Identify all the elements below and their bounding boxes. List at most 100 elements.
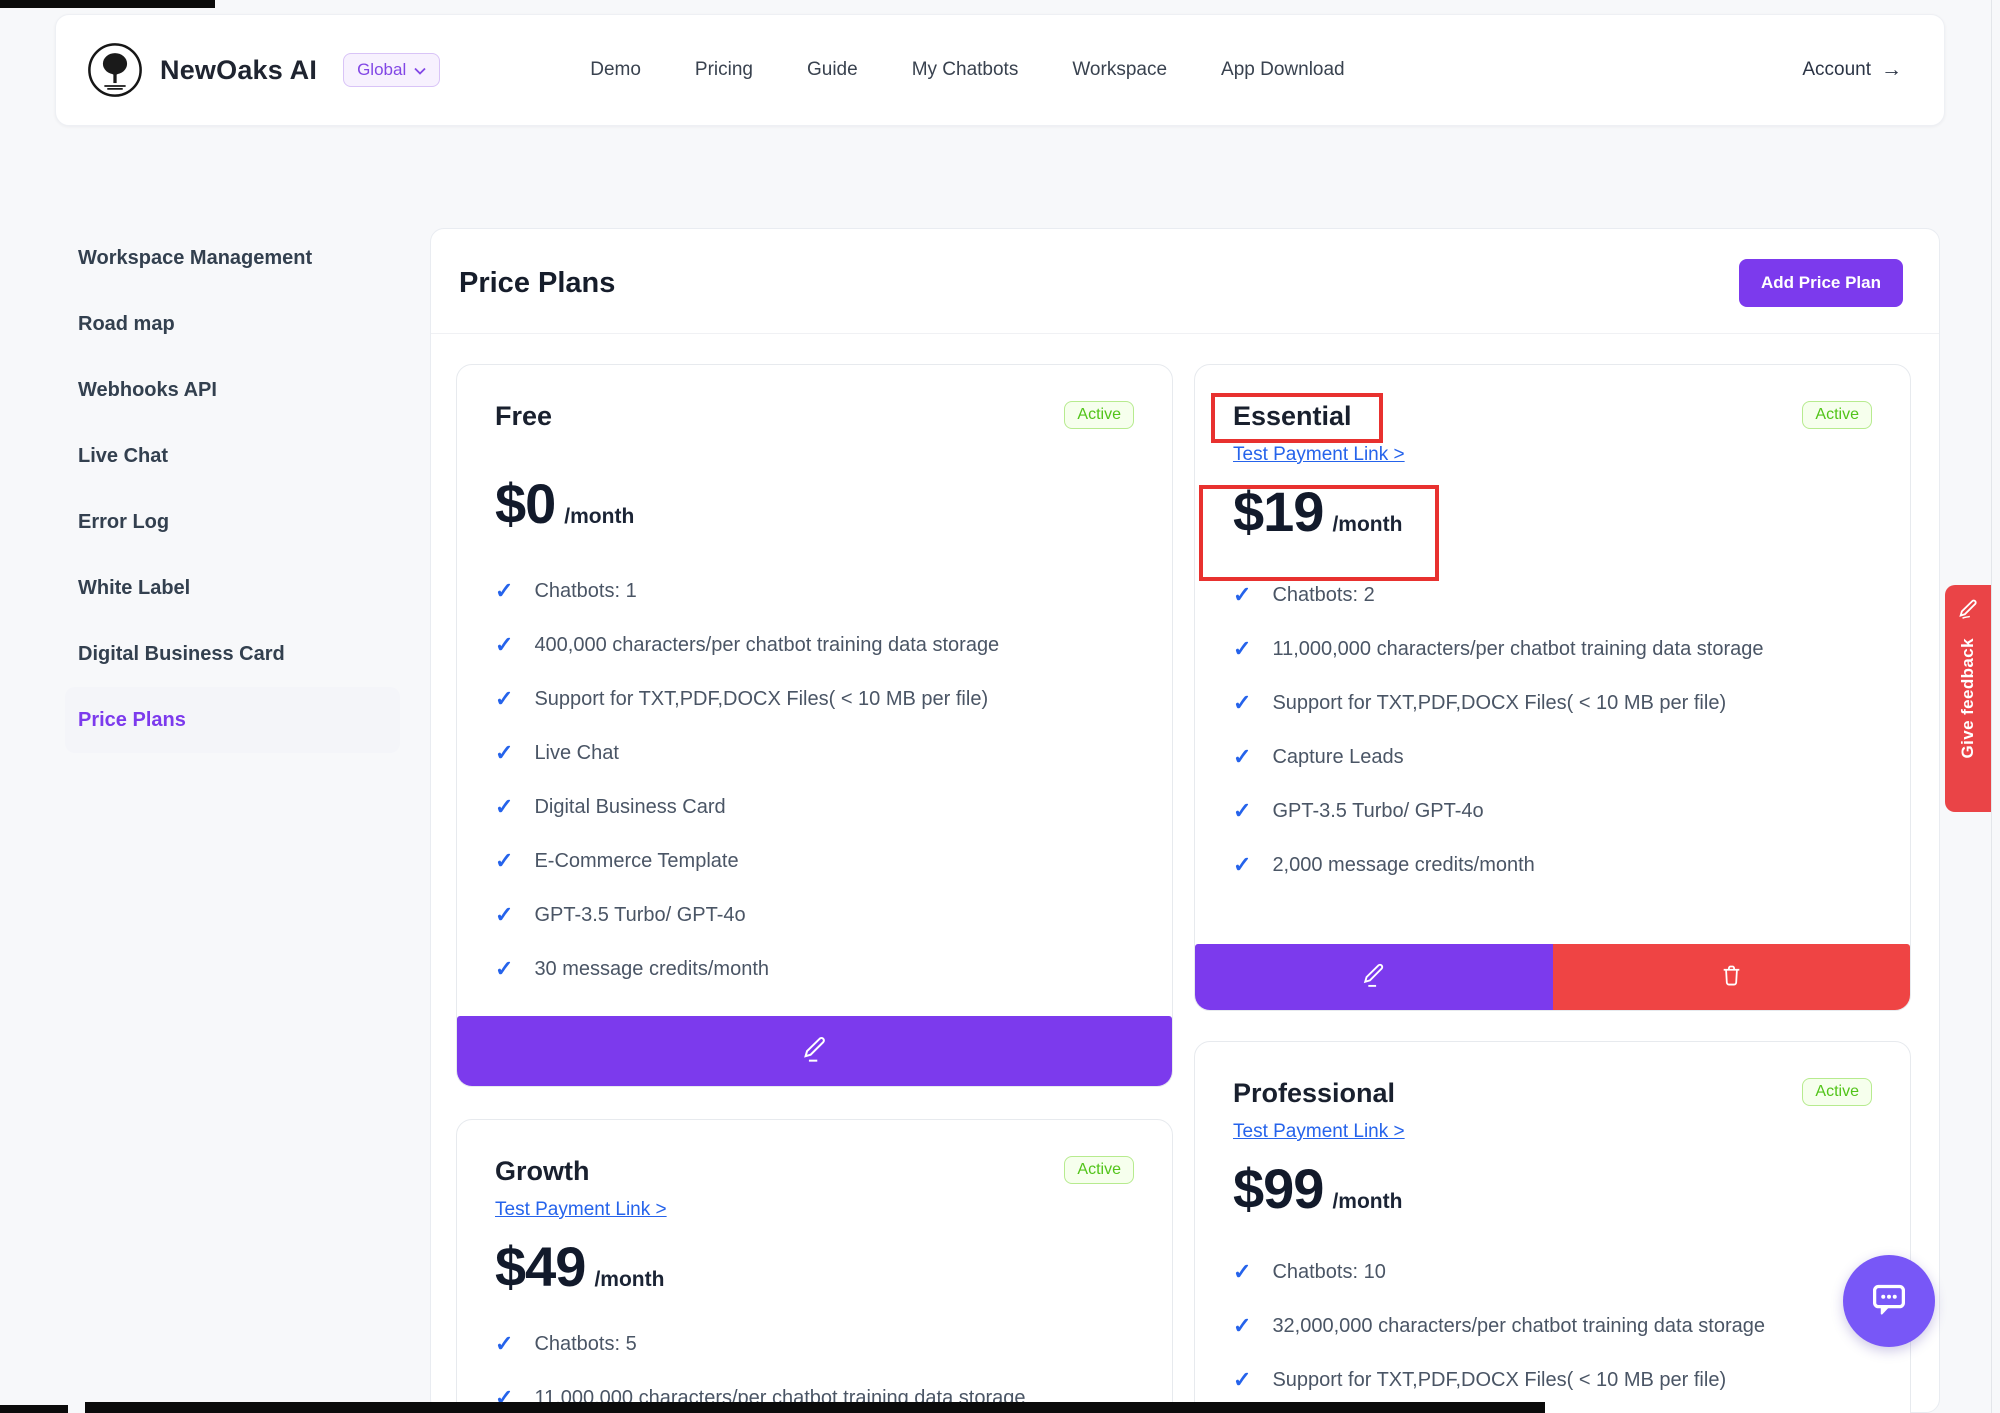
feature-text: 2,000 message credits/month — [1272, 854, 1534, 877]
brand-logo[interactable] — [86, 41, 144, 99]
feature-item: ✓ E-Commerce Template — [495, 834, 1134, 888]
chat-widget-button[interactable] — [1843, 1255, 1935, 1347]
sidebar: Workspace Management Road map Webhooks A… — [65, 225, 400, 753]
check-icon: ✓ — [495, 740, 513, 766]
edit-plan-button[interactable] — [1195, 944, 1553, 1010]
feature-text: Chatbots: 10 — [1272, 1261, 1385, 1284]
feature-item: ✓2,000 message credits/month — [1233, 838, 1872, 892]
status-badge: Active — [1802, 401, 1872, 429]
feature-text: E-Commerce Template — [534, 850, 738, 873]
sidebar-item-white-label[interactable]: White Label — [65, 555, 400, 621]
check-icon: ✓ — [1233, 636, 1251, 662]
test-payment-link[interactable]: Test Payment Link > — [1233, 1121, 1405, 1143]
feature-item: ✓Digital Business Card — [495, 780, 1134, 834]
plan-period: /month — [594, 1268, 664, 1292]
feature-text: Support for TXT,PDF,DOCX Files( < 10 MB … — [534, 688, 988, 711]
card-header: Free Active — [495, 401, 1134, 432]
sidebar-item-workspace-management[interactable]: Workspace Management — [65, 225, 400, 291]
delete-plan-button[interactable] — [1553, 944, 1911, 1010]
plan-card-essential: Essential Active Test Payment Link > $19… — [1194, 364, 1911, 1011]
card-header: Growth Active — [495, 1156, 1134, 1187]
sidebar-item-digital-business-card[interactable]: Digital Business Card — [65, 621, 400, 687]
feature-list: ✓ Chatbots: 10 ✓ 32,000,000 characters/per… — [1233, 1245, 1872, 1407]
arrow-right-icon: → — [1881, 58, 1902, 82]
main-nav: Demo Pricing Guide My Chatbots Workspace… — [590, 59, 1344, 81]
feature-item: ✓400,000 characters/per chatbot training… — [495, 618, 1134, 672]
feedback-label: Give feedback — [1958, 638, 1978, 758]
pencil-icon — [1957, 598, 1979, 627]
price-row: $99 /month — [1233, 1161, 1872, 1217]
account-link[interactable]: Account → — [1802, 58, 1902, 82]
feature-item: ✓ Support for TXT,PDF,DOCX Files( < 10 MB… — [1233, 676, 1872, 730]
plan-name: Essential — [1233, 401, 1352, 432]
plan-period: /month — [1332, 1190, 1402, 1214]
feature-item: ✓Chatbots: 2 — [1233, 568, 1872, 622]
plan-name: Free — [495, 401, 552, 432]
card-header: Essential Active — [1233, 401, 1872, 432]
plan-price: $49 — [495, 1239, 585, 1295]
feature-item: ✓ Chatbots: 5 — [495, 1317, 1134, 1371]
page-edge-line — [1991, 0, 1992, 1413]
plan-price: $0 — [495, 476, 555, 532]
screenshot-border-top — [0, 0, 215, 8]
feature-text: GPT-3.5 Turbo/ GPT-4o — [1272, 800, 1483, 823]
sidebar-item-webhooks-api[interactable]: Webhooks API — [65, 357, 400, 423]
feature-text: Capture Leads — [1272, 746, 1403, 769]
feature-text: 32,000,000 characters/per chatbot traini… — [1272, 1315, 1765, 1338]
plan-price: $19 — [1233, 484, 1323, 540]
account-label: Account — [1802, 59, 1871, 81]
add-price-plan-button[interactable]: Add Price Plan — [1739, 259, 1903, 307]
status-badge: Active — [1802, 1078, 1872, 1106]
give-feedback-tab[interactable]: Give feedback — [1945, 585, 1991, 812]
brand-name: NewOaks AI — [160, 55, 317, 86]
check-icon: ✓ — [495, 848, 513, 874]
top-navbar: NewOaks AI Global Demo Pricing Guide My … — [55, 14, 1945, 126]
feature-text: Chatbots: 5 — [534, 1333, 636, 1356]
nav-item-my-chatbots[interactable]: My Chatbots — [912, 59, 1019, 81]
sidebar-item-error-log[interactable]: Error Log — [65, 489, 400, 555]
card-header: Professional Active — [1233, 1078, 1872, 1109]
price-row: $19 /month — [1233, 484, 1872, 540]
region-label: Global — [357, 60, 406, 80]
check-icon: ✓ — [1233, 1313, 1251, 1339]
feature-item: ✓ 32,000,000 characters/per chatbot train… — [1233, 1299, 1872, 1353]
nav-item-app-download[interactable]: App Download — [1221, 59, 1345, 81]
pencil-icon — [1361, 962, 1386, 992]
chat-bubble-icon — [1866, 1276, 1912, 1327]
region-selector[interactable]: Global — [343, 53, 440, 87]
page: NewOaks AI Global Demo Pricing Guide My … — [0, 0, 2000, 1413]
feature-text: 30 message credits/month — [534, 958, 769, 981]
feature-item: ✓Support for TXT,PDF,DOCX Files( < 10 MB… — [495, 672, 1134, 726]
feature-list: ✓Chatbots: 5 ✓11,000,000 characters/per … — [495, 1317, 1134, 1413]
card-action-buttons — [1195, 944, 1910, 1010]
feature-text: GPT-3.5 Turbo/ GPT-4o — [534, 904, 745, 927]
check-icon: ✓ — [1233, 744, 1251, 770]
feature-text: 400,000 characters/per chatbot training … — [534, 634, 999, 657]
check-icon: ✓ — [1233, 582, 1251, 608]
sidebar-item-price-plans[interactable]: Price Plans — [65, 687, 400, 753]
pencil-icon — [801, 1035, 828, 1067]
feature-item: ✓ Chatbots: 10 — [1233, 1245, 1872, 1299]
status-badge: Active — [1064, 401, 1134, 429]
feature-list: ✓Chatbots: 1 ✓400,000 characters/per cha… — [495, 564, 1134, 996]
nav-item-pricing[interactable]: Pricing — [695, 59, 753, 81]
check-icon: ✓ — [495, 1331, 513, 1357]
test-payment-link[interactable]: Test Payment Link > — [1233, 444, 1405, 466]
nav-item-workspace[interactable]: Workspace — [1072, 59, 1167, 81]
feature-text: 11,000,000 characters/per chatbot traini… — [1272, 638, 1763, 661]
check-icon: ✓ — [1233, 1259, 1251, 1285]
test-payment-link[interactable]: Test Payment Link > — [495, 1199, 667, 1221]
panel-divider — [431, 333, 1939, 334]
check-icon: ✓ — [1233, 690, 1251, 716]
feature-text: Support for TXT,PDF,DOCX Files( < 10 MB … — [1272, 692, 1726, 715]
check-icon: ✓ — [495, 902, 513, 928]
sidebar-item-live-chat[interactable]: Live Chat — [65, 423, 400, 489]
plan-period: /month — [1332, 513, 1402, 537]
check-icon: ✓ — [1233, 1367, 1251, 1393]
edit-plan-button[interactable] — [457, 1016, 1172, 1086]
sidebar-item-road-map[interactable]: Road map — [65, 291, 400, 357]
nav-item-guide[interactable]: Guide — [807, 59, 858, 81]
nav-item-demo[interactable]: Demo — [590, 59, 641, 81]
plan-card-growth: Growth Active Test Payment Link > $49 /m… — [456, 1119, 1173, 1413]
feature-item: ✓ GPT-3.5 Turbo/ GPT-4o — [495, 888, 1134, 942]
